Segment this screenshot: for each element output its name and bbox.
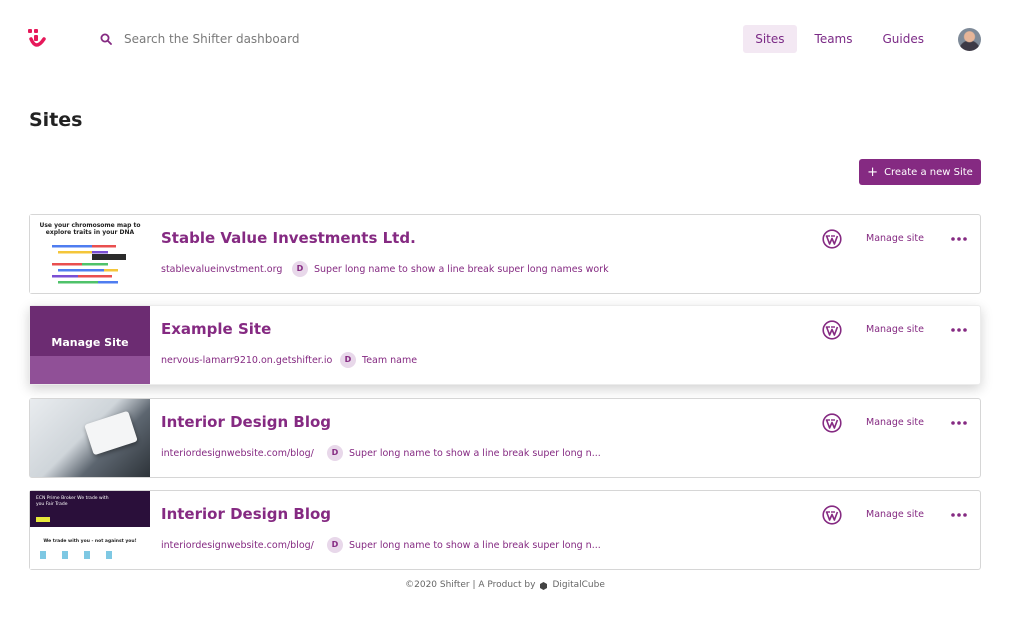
nav-guides[interactable]: Guides — [871, 25, 937, 53]
site-row[interactable]: Manage Site Example Site nervous-lamarr9… — [29, 305, 981, 385]
search-icon — [100, 33, 112, 45]
site-row[interactable]: Interior Design Blog interiordesignwebsi… — [29, 398, 981, 478]
manage-site-link[interactable]: Manage site — [866, 324, 924, 335]
site-domain[interactable]: nervous-lamarr9210.on.getshifter.io — [161, 355, 332, 366]
top-nav: Sites Teams Guides — [743, 25, 936, 53]
create-site-button[interactable]: + Create a new Site — [859, 159, 981, 185]
footer-text: ©2020 Shifter | A Product by — [405, 580, 536, 590]
more-options-icon[interactable] — [950, 417, 968, 429]
thumbnail-tagline: We trade with you - not against you! — [43, 539, 137, 544]
wordpress-icon[interactable] — [822, 229, 842, 249]
site-team: D Super long name to show a line break s… — [292, 261, 609, 277]
search-input[interactable] — [122, 31, 386, 47]
team-name: Super long name to show a line break sup… — [349, 447, 601, 459]
manage-site-link[interactable]: Manage site — [866, 509, 924, 520]
thumbnail-headline: Use your chromosome map to explore trait… — [39, 222, 141, 236]
site-thumbnail[interactable]: Use your chromosome map to explore trait… — [30, 215, 150, 293]
thumbnail-overlay-band — [30, 356, 150, 384]
manage-site-link[interactable]: Manage site — [866, 417, 924, 428]
create-site-label: Create a new Site — [884, 166, 973, 178]
thumbnail-headline: ECN Prime Broker We trade with you Fair … — [36, 496, 109, 507]
manage-site-link[interactable]: Manage site — [866, 233, 924, 244]
team-name: Team name — [362, 354, 418, 366]
thumbnail-button-graphic — [36, 517, 50, 522]
digitalcube-logo-icon — [540, 581, 548, 590]
site-name[interactable]: Stable Value Investments Ltd. — [161, 229, 416, 247]
site-name[interactable]: Interior Design Blog — [161, 413, 331, 431]
site-thumbnail[interactable]: Manage Site — [30, 306, 150, 384]
plus-icon: + — [867, 164, 879, 180]
team-badge: D — [327, 537, 343, 553]
manage-site-overlay[interactable]: Manage Site — [30, 336, 150, 349]
team-name: Super long name to show a line break sup… — [349, 539, 601, 551]
team-badge: D — [340, 352, 356, 368]
user-avatar[interactable] — [958, 28, 981, 51]
site-domain[interactable]: interiordesignwebsite.com/blog/ — [161, 448, 314, 459]
wordpress-icon[interactable] — [822, 320, 842, 340]
search-bar — [100, 30, 386, 48]
team-name: Super long name to show a line break sup… — [314, 263, 609, 275]
site-name[interactable]: Interior Design Blog — [161, 505, 331, 523]
site-row[interactable]: ECN Prime Broker We trade with you Fair … — [29, 490, 981, 570]
chromosome-chart-graphic — [52, 245, 126, 284]
top-bar: Sites Teams Guides — [0, 0, 1010, 78]
more-options-icon[interactable] — [950, 324, 968, 336]
thumbnail-feature-graphic — [84, 551, 90, 559]
wordpress-icon[interactable] — [822, 413, 842, 433]
thumbnail-feature-graphic — [106, 551, 112, 559]
more-options-icon[interactable] — [950, 509, 968, 521]
site-domain[interactable]: interiordesignwebsite.com/blog/ — [161, 540, 314, 551]
nav-teams[interactable]: Teams — [803, 25, 865, 53]
footer: ©2020 Shifter | A Product by DigitalCube — [0, 580, 1010, 590]
site-domain[interactable]: stablevalueinvstment.org — [161, 264, 282, 275]
site-thumbnail[interactable]: ECN Prime Broker We trade with you Fair … — [30, 491, 150, 569]
wordpress-icon[interactable] — [822, 505, 842, 525]
team-badge: D — [327, 445, 343, 461]
site-thumbnail[interactable] — [30, 399, 150, 477]
shifter-logo[interactable] — [27, 27, 47, 53]
thumbnail-feature-graphic — [40, 551, 46, 559]
site-team: D Super long name to show a line break s… — [327, 537, 601, 553]
more-options-icon[interactable] — [950, 233, 968, 245]
site-team: D Team name — [340, 352, 417, 368]
tablet-graphic — [84, 410, 138, 456]
site-row[interactable]: Use your chromosome map to explore trait… — [29, 214, 981, 294]
footer-brand-link[interactable]: DigitalCube — [552, 580, 604, 590]
thumbnail-feature-graphic — [62, 551, 68, 559]
team-badge: D — [292, 261, 308, 277]
nav-sites[interactable]: Sites — [743, 25, 797, 53]
site-name[interactable]: Example Site — [161, 320, 271, 338]
page-title: Sites — [29, 109, 83, 131]
site-team: D Super long name to show a line break s… — [327, 445, 601, 461]
